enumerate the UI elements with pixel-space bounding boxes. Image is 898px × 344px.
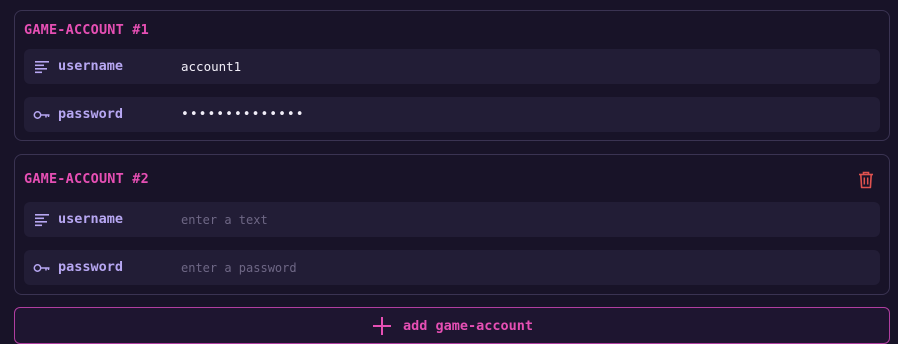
add-button-label: add game-account bbox=[402, 317, 534, 334]
trash-icon[interactable] bbox=[857, 170, 875, 190]
plus-icon bbox=[371, 315, 393, 337]
username-input[interactable]: account1 bbox=[181, 49, 861, 84]
username-label: username bbox=[58, 58, 124, 74]
text-lines-icon bbox=[33, 58, 51, 75]
password-label: password bbox=[58, 259, 124, 275]
password-input[interactable]: enter a password bbox=[181, 250, 861, 285]
username-label: username bbox=[58, 211, 124, 227]
key-icon bbox=[33, 106, 51, 123]
card-title: GAME-ACCOUNT #1 bbox=[24, 22, 149, 38]
game-account-card-2: GAME-ACCOUNT #2 username enter a text pa… bbox=[14, 154, 890, 295]
password-field[interactable]: password •••••••••••••• bbox=[24, 97, 880, 132]
card-title: GAME-ACCOUNT #2 bbox=[24, 171, 149, 187]
password-input[interactable]: •••••••••••••• bbox=[181, 97, 861, 132]
text-lines-icon bbox=[33, 211, 51, 228]
password-label: password bbox=[58, 106, 124, 122]
key-icon bbox=[33, 259, 51, 276]
game-account-card-1: GAME-ACCOUNT #1 username account1 passwo… bbox=[14, 10, 890, 141]
add-game-account-button[interactable]: add game-account bbox=[14, 307, 890, 344]
password-field[interactable]: password enter a password bbox=[24, 250, 880, 285]
username-input[interactable]: enter a text bbox=[181, 202, 861, 237]
username-field[interactable]: username enter a text bbox=[24, 202, 880, 237]
username-field[interactable]: username account1 bbox=[24, 49, 880, 84]
